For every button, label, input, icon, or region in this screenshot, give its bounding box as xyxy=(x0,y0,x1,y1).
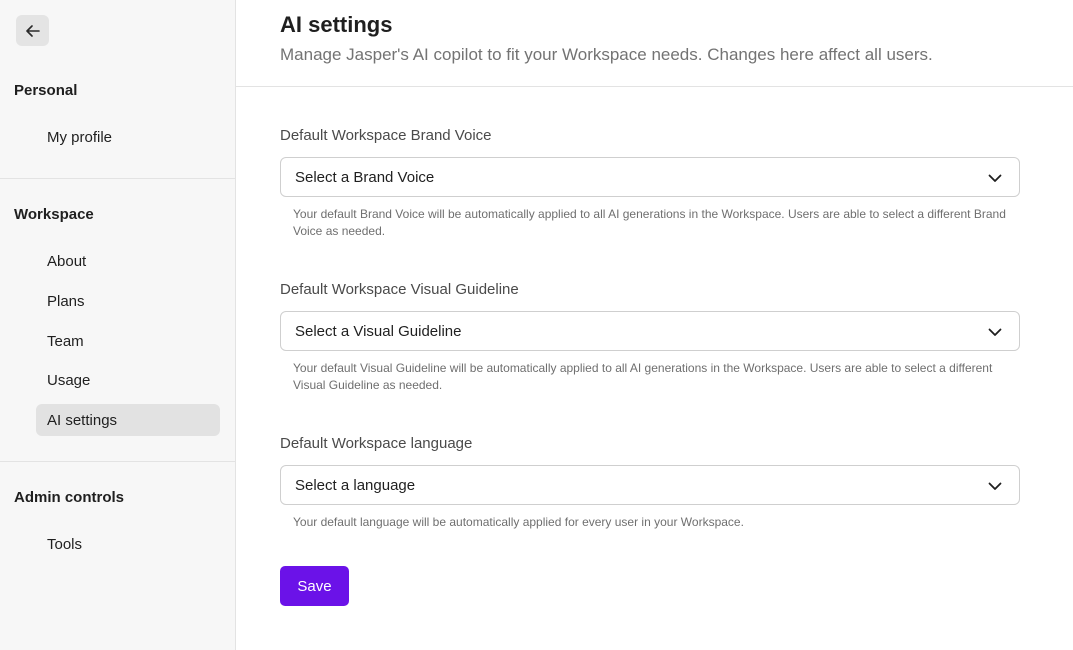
page-title: AI settings xyxy=(280,12,393,37)
brand-voice-help: Your default Brand Voice will be automat… xyxy=(293,207,1006,238)
save-button[interactable]: Save xyxy=(280,566,349,606)
language-select[interactable]: Select a language xyxy=(280,465,1020,505)
language-select-value: Select a language xyxy=(295,476,416,494)
back-button[interactable] xyxy=(16,15,49,46)
language-label: Default Workspace language xyxy=(280,435,473,452)
section-title-workspace: Workspace xyxy=(14,206,94,223)
brand-voice-select[interactable]: Select a Brand Voice xyxy=(280,157,1020,197)
brand-voice-select-value: Select a Brand Voice xyxy=(295,168,435,186)
sidebar: Personal My profile Workspace About Plan… xyxy=(0,0,236,650)
sidebar-item-team[interactable]: Team xyxy=(36,325,220,357)
section-title-admin-controls: Admin controls xyxy=(14,489,125,506)
chevron-down-icon xyxy=(988,482,1002,490)
sidebar-item-usage[interactable]: Usage xyxy=(36,364,220,396)
brand-voice-label: Default Workspace Brand Voice xyxy=(280,127,492,144)
sidebar-item-tools[interactable]: Tools xyxy=(36,528,220,560)
main-content: AI settings Manage Jasper's AI copilot t… xyxy=(236,0,1073,650)
chevron-down-icon xyxy=(988,328,1002,336)
sidebar-item-my-profile[interactable]: My profile xyxy=(36,121,220,153)
visual-guideline-label: Default Workspace Visual Guideline xyxy=(280,281,519,298)
header-divider xyxy=(236,86,1073,87)
sidebar-divider xyxy=(0,178,235,179)
sidebar-divider xyxy=(0,461,235,462)
chevron-down-icon xyxy=(988,174,1002,182)
language-help: Your default language will be automatica… xyxy=(293,515,744,529)
visual-guideline-select[interactable]: Select a Visual Guideline xyxy=(280,311,1020,351)
page-subtitle: Manage Jasper's AI copilot to fit your W… xyxy=(280,45,933,64)
sidebar-item-ai-settings[interactable]: AI settings xyxy=(36,404,220,436)
visual-guideline-select-value: Select a Visual Guideline xyxy=(295,322,462,340)
sidebar-item-plans[interactable]: Plans xyxy=(36,285,220,317)
visual-guideline-help: Your default Visual Guideline will be au… xyxy=(293,361,993,392)
section-title-personal: Personal xyxy=(14,82,78,99)
sidebar-item-about[interactable]: About xyxy=(36,245,220,277)
arrow-left-icon xyxy=(25,24,40,37)
